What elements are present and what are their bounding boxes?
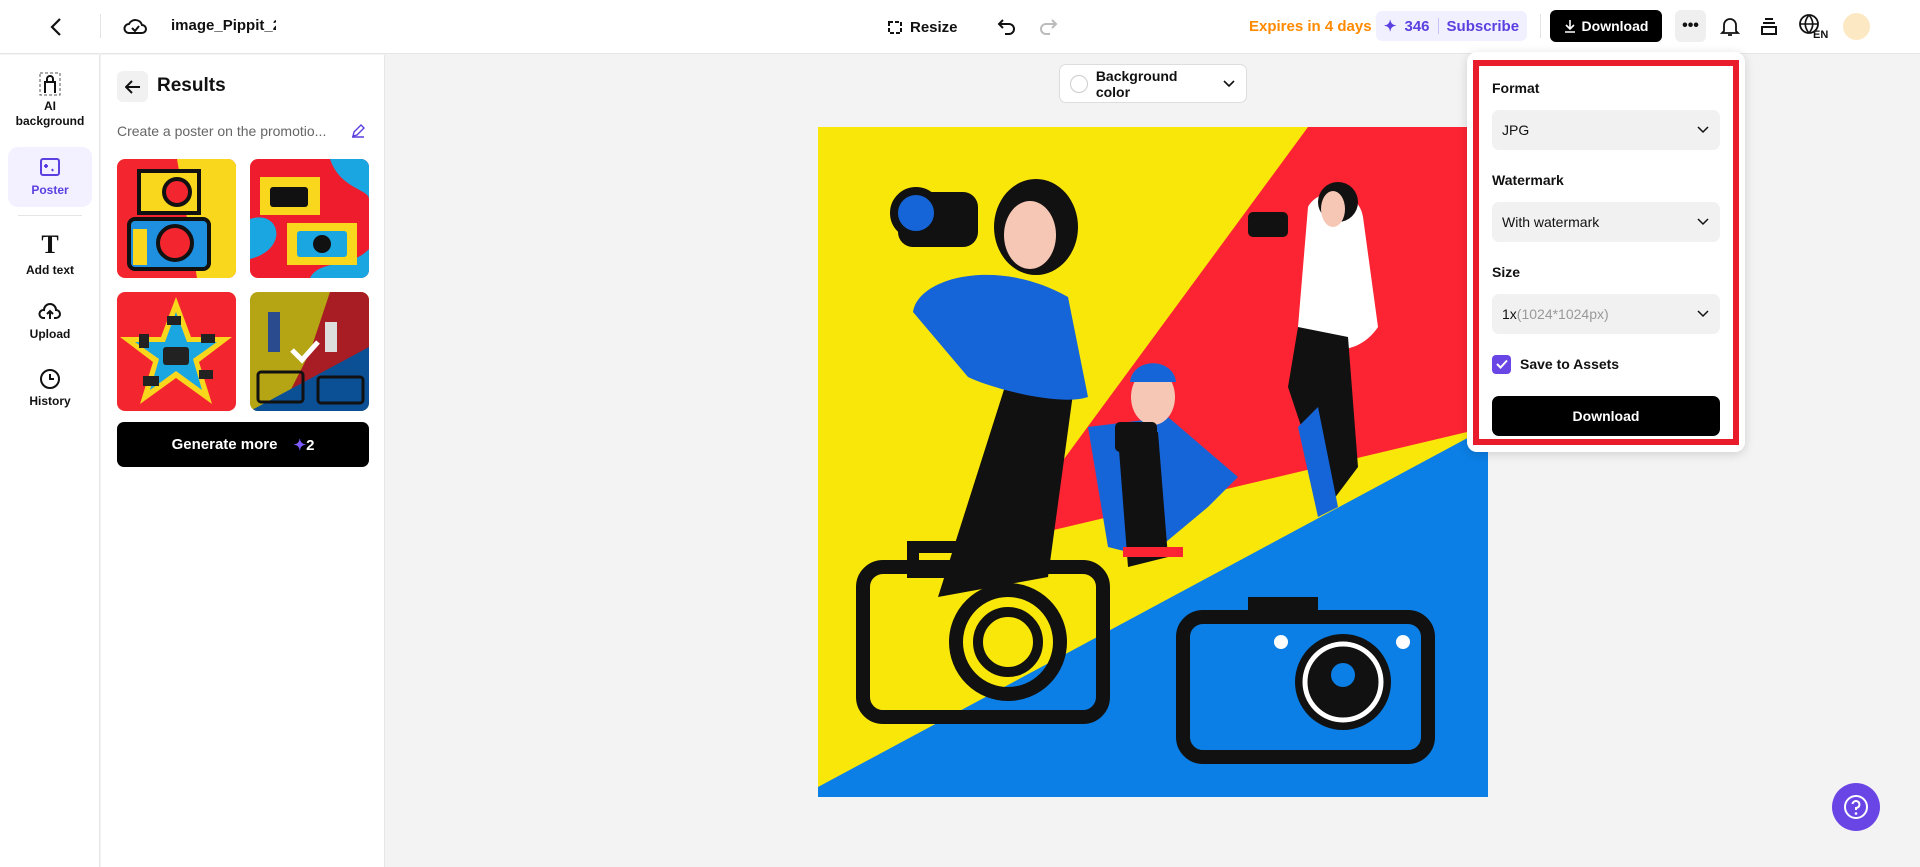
language-code: EN [1813, 29, 1828, 39]
resize-label: Resize [910, 18, 958, 36]
sidebar-item-label: History [29, 394, 71, 408]
size-detail: (1024*1024px) [1516, 306, 1609, 322]
sidebar-item-ai-background[interactable]: AI background [8, 71, 92, 129]
chevron-down-icon [1697, 126, 1709, 134]
sidebar-item-label: AI background [15, 99, 85, 128]
bell-icon[interactable] [1718, 13, 1742, 39]
credits-subscribe-pill[interactable]: ✦ 346 Subscribe [1376, 11, 1527, 41]
sidebar-item-history[interactable]: History [8, 368, 92, 409]
save-to-assets-row[interactable]: Save to Assets [1492, 352, 1720, 376]
download-settings-highlight: Format JPG Watermark With watermark Size… [1473, 60, 1739, 445]
generate-more-label: Generate more [171, 436, 278, 453]
size-label: Size [1492, 264, 1521, 280]
language-globe-icon[interactable]: EN [1798, 12, 1828, 40]
subscribe-link[interactable]: Subscribe [1447, 18, 1520, 35]
help-button[interactable] [1832, 783, 1880, 831]
history-clock-icon [40, 369, 60, 389]
watermark-value: With watermark [1502, 214, 1600, 230]
background-color-dropdown[interactable]: Background color [1059, 64, 1247, 103]
divider [100, 14, 101, 38]
sidebar-item-label: Upload [29, 327, 71, 341]
background-color-label: Background color [1095, 67, 1178, 100]
resize-button[interactable]: Resize [886, 14, 958, 40]
back-icon[interactable] [44, 14, 68, 40]
results-back-button[interactable] [117, 71, 148, 102]
sidebar-item-add-text[interactable]: T Add text [8, 230, 92, 278]
cloud-saved-icon[interactable] [122, 14, 148, 38]
download-settings-popover: Format JPG Watermark With watermark Size… [1467, 52, 1745, 452]
text-icon: T [41, 230, 59, 259]
poster-canvas[interactable] [818, 127, 1488, 797]
result-thumbnail-4-selected[interactable] [250, 292, 369, 411]
chevron-down-icon [1697, 310, 1709, 318]
divider [1540, 14, 1541, 38]
size-select[interactable]: 1x(1024*1024px) [1492, 294, 1720, 334]
save-to-assets-label: Save to Assets [1520, 356, 1620, 372]
size-value: 1x [1502, 306, 1517, 322]
download-button[interactable]: Download [1550, 10, 1662, 42]
generate-more-button[interactable]: Generate more ✦2 [117, 422, 369, 467]
tool-rail: AI background Poster T Add text Upload Hi… [0, 55, 100, 867]
download-icon [1564, 20, 1575, 33]
confirm-download-button[interactable]: Download [1492, 396, 1720, 436]
top-bar: image_Pippit_20 Resize Expires in 4 days… [0, 0, 1920, 54]
result-thumbnail-3[interactable] [117, 292, 236, 411]
credit-cost: ✦2 [293, 436, 314, 454]
chevron-down-icon [1697, 218, 1709, 226]
undo-icon[interactable] [995, 14, 1019, 38]
chevron-down-icon [1223, 79, 1235, 87]
checkmark-icon [1495, 359, 1508, 369]
question-mark-icon [1844, 795, 1868, 819]
expiry-notice: Expires in 4 days [1249, 18, 1372, 35]
sidebar-item-label: Add text [26, 263, 74, 277]
sidebar-item-label: Poster [31, 182, 69, 197]
sparkle-icon: ✦ [1383, 18, 1397, 35]
result-thumbnail-2[interactable] [250, 159, 369, 278]
results-title: Results [157, 75, 226, 96]
color-swatch [1070, 74, 1088, 93]
results-panel: Results Create a poster on the promotio.… [101, 55, 385, 867]
save-to-assets-checkbox[interactable] [1492, 354, 1511, 374]
edit-pencil-icon[interactable] [349, 122, 367, 140]
poster-artwork [818, 127, 1488, 797]
divider [18, 215, 82, 216]
divider [1437, 18, 1439, 34]
sidebar-item-poster[interactable]: Poster [8, 147, 92, 207]
arrow-left-icon [124, 79, 140, 94]
avatar[interactable] [1843, 13, 1870, 40]
result-thumbnail-1[interactable] [117, 159, 236, 278]
format-select[interactable]: JPG [1492, 110, 1720, 150]
credits-count: 346 [1404, 17, 1430, 35]
ai-background-icon [39, 72, 61, 96]
more-options-icon[interactable]: ••• [1675, 10, 1706, 42]
sparkle-icon: ✦ [293, 436, 307, 454]
redo-icon[interactable] [1036, 14, 1060, 38]
watermark-label: Watermark [1492, 172, 1564, 188]
poster-icon [40, 157, 60, 176]
download-label: Download [1581, 18, 1649, 34]
format-value: JPG [1502, 122, 1530, 138]
generate-cost-value: 2 [306, 436, 315, 454]
resize-icon [888, 21, 902, 34]
sidebar-item-upload[interactable]: Upload [8, 301, 92, 342]
upload-icon [38, 303, 61, 319]
watermark-select[interactable]: With watermark [1492, 202, 1720, 242]
layers-icon[interactable] [1757, 13, 1781, 39]
format-label: Format [1492, 80, 1540, 96]
file-title[interactable]: image_Pippit_20 [171, 17, 276, 34]
prompt-text: Create a poster on the promotio... [117, 123, 327, 139]
